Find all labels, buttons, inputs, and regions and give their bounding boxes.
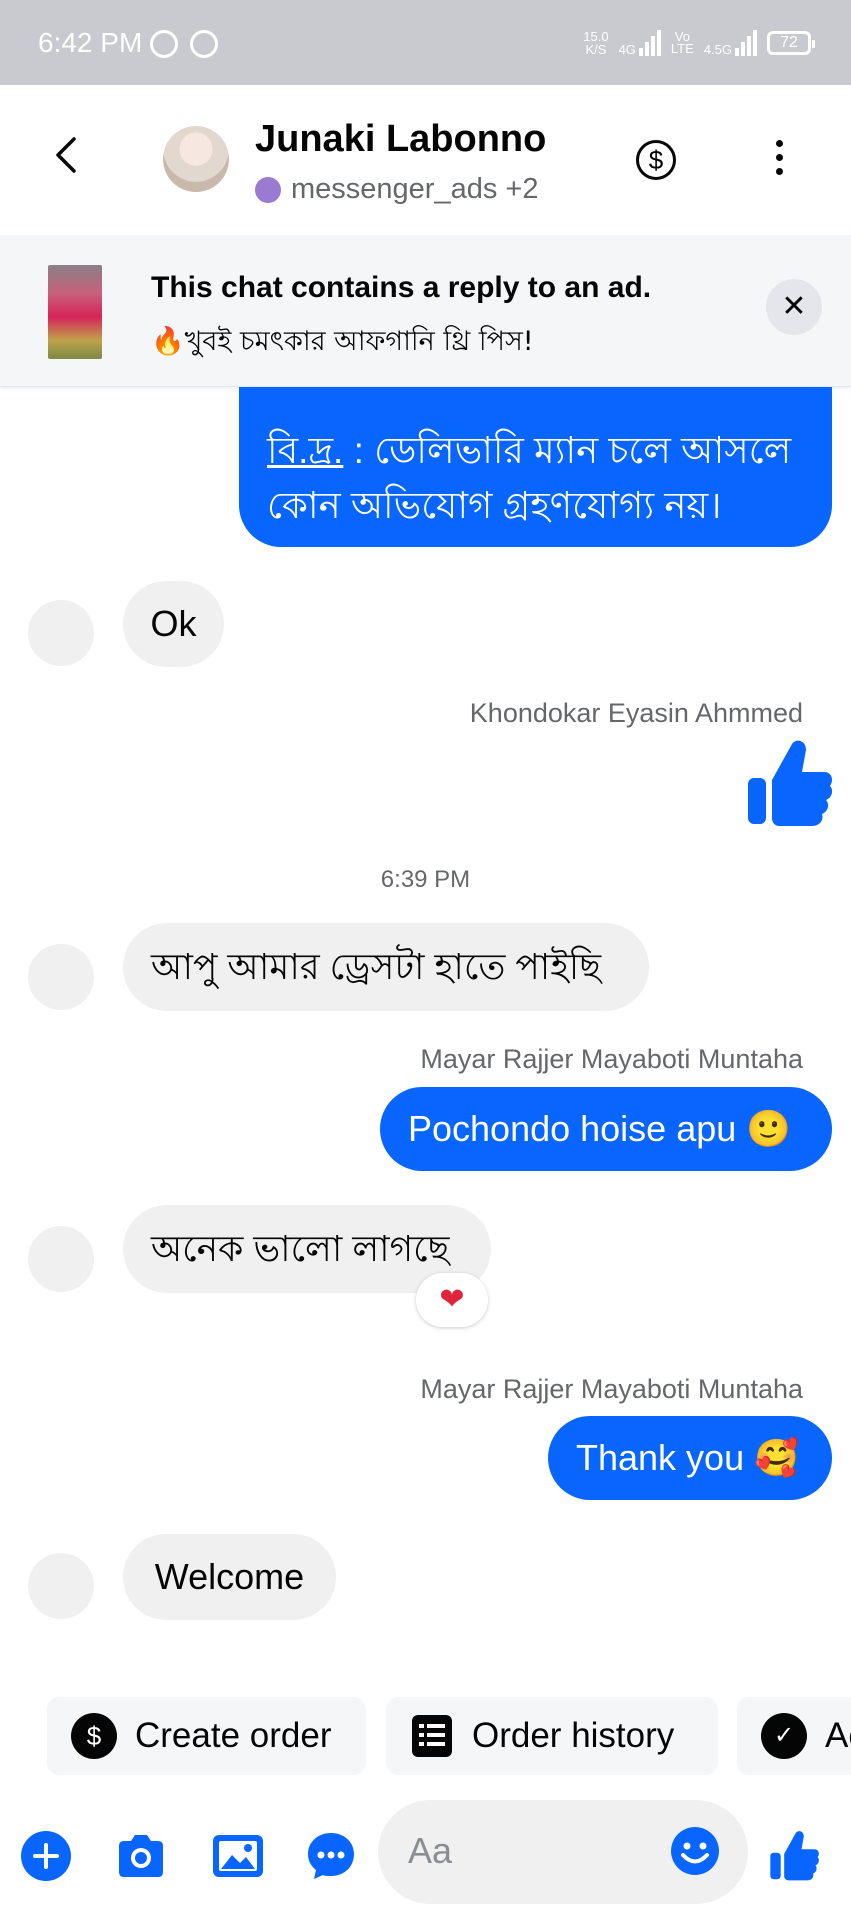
sender-avatar[interactable] — [28, 600, 94, 666]
order-history-button[interactable]: Order history — [386, 1697, 718, 1775]
heart-reaction-icon[interactable]: ❤ — [416, 1273, 488, 1327]
checkmark-icon: ✓ — [761, 1713, 807, 1759]
volte-icon: Vo LTE — [670, 30, 694, 56]
thumbs-up-sticker-icon[interactable] — [744, 736, 834, 828]
incoming-message[interactable]: Welcome — [123, 1534, 336, 1620]
ad-banner-title: This chat contains a reply to an ad. — [151, 271, 652, 304]
network-speed: 15.0 K/S — [583, 30, 608, 56]
battery-icon: 72 — [767, 31, 815, 55]
message-text-2: কোন অভিযোগ গ্রহণযোগ্য নয়। — [267, 485, 722, 526]
signal-1-icon: 4G — [619, 30, 661, 56]
document-list-icon — [410, 1713, 454, 1759]
contact-name[interactable]: Junaki Labonno — [255, 118, 546, 161]
signal-2-icon: 4.5G — [704, 30, 757, 56]
chat-header: Junaki Labonno messenger_ads +2 $ — [0, 85, 851, 235]
net1-label: 4G — [618, 42, 636, 57]
contact-subtitle: messenger_ads +2 — [255, 173, 538, 206]
net3-label: 4.5G — [703, 42, 732, 57]
third-action-label: Ac — [825, 1716, 851, 1755]
camera-icon[interactable] — [115, 1830, 167, 1882]
subtitle-text: messenger_ads +2 — [291, 173, 539, 205]
create-order-button[interactable]: $ Create order — [47, 1697, 366, 1775]
contact-avatar[interactable] — [163, 126, 229, 192]
plus-icon[interactable] — [20, 1830, 72, 1882]
close-banner-icon[interactable]: ✕ — [766, 279, 822, 335]
volte-bottom: LTE — [670, 41, 694, 56]
status-right-icons: 15.0 K/S 4G Vo LTE 4.5G 72 — [583, 26, 815, 60]
gallery-image-icon[interactable] — [210, 1830, 266, 1882]
message-text-1: : ডেলিভারি ম্যান চলে আসলে — [343, 430, 792, 471]
status-bar: 6:42 PM 15.0 K/S 4G Vo LTE 4.5G 72 — [0, 0, 851, 85]
message-placeholder: Aa — [408, 1830, 453, 1871]
ad-reply-banner: This chat contains a reply to an ad. 🔥খু… — [0, 235, 851, 387]
payment-dollar-icon[interactable]: $ — [636, 140, 676, 180]
sender-avatar[interactable] — [28, 1226, 94, 1292]
outgoing-message[interactable]: Pochondo hoise apu 🙂 — [380, 1087, 832, 1171]
sender-avatar[interactable] — [28, 944, 94, 1010]
order-history-label: Order history — [472, 1716, 675, 1755]
like-thumbs-up-icon[interactable] — [768, 1828, 820, 1882]
label-dot-icon — [255, 176, 281, 203]
third-action-button[interactable]: ✓ Ac — [737, 1697, 851, 1775]
status-time: 6:42 PM — [38, 27, 143, 58]
sender-name: Mayar Rajjer Mayaboti Muntaha — [420, 1044, 803, 1074]
back-arrow-icon[interactable] — [48, 135, 88, 175]
sender-name: Khondokar Eyasin Ahmmed — [469, 698, 803, 728]
create-order-label: Create order — [135, 1716, 332, 1755]
incoming-message[interactable]: আপু আমার ড্রেসটা হাতে পাইছি — [123, 923, 649, 1011]
message-bubble-icon[interactable] — [305, 1830, 357, 1882]
message-input[interactable]: Aa — [378, 1800, 748, 1904]
more-options-icon[interactable] — [772, 140, 786, 180]
messenger-notification-icon — [190, 30, 218, 58]
message-abbr: বি.দ্র. — [267, 430, 344, 471]
incoming-message[interactable]: Ok — [123, 581, 224, 667]
dollar-icon: $ — [71, 1713, 117, 1759]
sender-name: Mayar Rajjer Mayaboti Muntaha — [420, 1374, 803, 1404]
data-saver-icon — [150, 30, 178, 58]
ad-thumbnail[interactable] — [48, 265, 102, 359]
sender-avatar[interactable] — [28, 1553, 94, 1619]
message-timestamp: 6:39 PM — [380, 866, 471, 893]
speed-unit: K/S — [585, 42, 607, 57]
emoji-icon[interactable] — [670, 1826, 720, 1876]
outgoing-message[interactable]: বি.দ্র. : ডেলিভারি ম্যান চলে আসলে কোন অভ… — [239, 387, 832, 547]
ad-banner-subtitle: 🔥খুবই চমৎকার আফগানি থ্রি পিস! — [151, 326, 534, 357]
outgoing-message[interactable]: Thank you 🥰 — [548, 1416, 832, 1500]
